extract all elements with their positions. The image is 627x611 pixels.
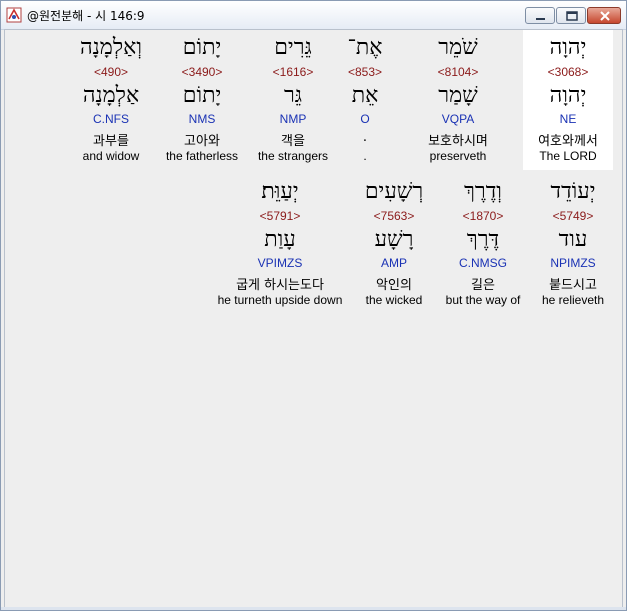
english-gloss: the strangers (257, 149, 329, 163)
window-bottom-border (1, 607, 626, 610)
close-button[interactable] (587, 7, 621, 24)
english-gloss: he relieveth (541, 293, 605, 307)
morph-code: NMP (279, 112, 307, 126)
morph-code: VPIMZS (257, 256, 303, 270)
hebrew-word: יְעוֹדֵד (550, 179, 596, 204)
verse-line-1: יְהוָה <3068> יְהוָה NE 여호와께서 The LORD ש… (5, 30, 622, 172)
hebrew-word: יְהוָה (549, 35, 587, 60)
korean-gloss: 여호와께서 (538, 134, 598, 149)
hebrew-lemma: דֶּרֶךְ (466, 227, 500, 252)
hebrew-lemma: יָתוֹם (182, 83, 222, 108)
hebrew-word: גֵּרִים (274, 35, 312, 60)
hebrew-word: וְדֶרֶךְ (464, 179, 502, 204)
maximize-button[interactable] (556, 7, 586, 24)
english-gloss: the fatherless (165, 149, 239, 163)
hebrew-lemma: אֵת (351, 83, 379, 108)
hebrew-lemma: רָשָׁע (374, 227, 414, 252)
word-cell[interactable]: יְעוֹדֵד <5749> עוד NPIMZS 붙드시고 he relie… (530, 174, 616, 314)
morph-code: C.NMSG (459, 256, 507, 270)
word-cell[interactable]: אֶת־ <853> אֵת O . . (340, 30, 390, 170)
english-gloss: he turneth upside down (217, 293, 343, 307)
hebrew-lemma: עָוַת (264, 227, 296, 252)
strong-number[interactable]: <490> (71, 65, 151, 79)
korean-gloss: 고아와 (184, 134, 220, 149)
minimize-icon (536, 18, 545, 20)
korean-gloss: 보호하시며 (428, 134, 488, 149)
korean-gloss: 악인의 (376, 278, 412, 293)
analysis-panel: יְהוָה <3068> יְהוָה NE 여호와께서 The LORD ש… (4, 29, 623, 609)
hebrew-lemma: עוד (558, 227, 588, 252)
morph-code: NE (559, 112, 577, 126)
hebrew-word: רְשָׁעִים (364, 179, 424, 204)
hebrew-word: וְאַלְמָנָה (80, 35, 142, 60)
hebrew-word: יָתוֹם (182, 35, 222, 60)
hebrew-word: שֹׁמֵר (438, 35, 478, 60)
morph-code: VQPA (441, 112, 475, 126)
close-icon (600, 11, 610, 21)
korean-gloss: 과부를 (93, 134, 129, 149)
hebrew-lemma: שָׁמַר (438, 83, 478, 108)
morph-code: C.NFS (93, 112, 129, 126)
word-cell[interactable]: יָתוֹם <3490> יָתוֹם NMS 고아와 the fatherl… (160, 30, 244, 170)
title-bar[interactable]: @원전분해 - 시 146:9 (1, 1, 626, 30)
strong-number[interactable]: <3490> (160, 65, 244, 79)
hebrew-lemma: יְהוָה (549, 83, 587, 108)
english-gloss: . (363, 149, 367, 163)
strong-number[interactable]: <3068> (523, 65, 613, 79)
english-gloss: the wicked (365, 293, 423, 307)
korean-gloss: 붙드시고 (549, 278, 597, 293)
strong-number[interactable]: <7563> (355, 209, 433, 223)
strong-number[interactable]: <1616> (251, 65, 335, 79)
app-logo-icon (6, 7, 22, 23)
word-cell[interactable]: יְעַוֵּת׃ <5791> עָוַת VPIMZS 굽게 하시는도다 h… (210, 174, 350, 314)
hebrew-lemma: אַלְמָנָה (82, 83, 140, 108)
word-cell[interactable]: יְהוָה <3068> יְהוָה NE 여호와께서 The LORD (523, 30, 613, 170)
maximize-icon (566, 11, 578, 21)
word-cell[interactable]: רְשָׁעִים <7563> רָשָׁע AMP 악인의 the wick… (355, 174, 433, 314)
korean-gloss: . (362, 130, 368, 145)
english-gloss: but the way of (445, 293, 521, 307)
word-cell[interactable]: וְאַלְמָנָה <490> אַלְמָנָה C.NFS 과부를 an… (71, 30, 151, 170)
strong-number[interactable]: <5791> (210, 209, 350, 223)
word-cell[interactable]: גֵּרִים <1616> גֵּר NMP 객을 the strangers (251, 30, 335, 170)
english-gloss: preserveth (429, 149, 487, 163)
strong-number[interactable]: <853> (340, 65, 390, 79)
strong-number[interactable]: <8104> (413, 65, 503, 79)
english-gloss: and widow (82, 149, 140, 163)
word-cell[interactable]: וְדֶרֶךְ <1870> דֶּרֶךְ C.NMSG 길은 but th… (439, 174, 527, 314)
morph-code: NPIMZS (550, 256, 596, 270)
strong-number[interactable]: <1870> (439, 209, 527, 223)
korean-gloss: 길은 (471, 278, 495, 293)
hebrew-lemma: גֵּר (283, 83, 303, 108)
verse-line-2: יְעוֹדֵד <5749> עוד NPIMZS 붙드시고 he relie… (5, 174, 622, 314)
hebrew-word: יְעַוֵּת׃ (261, 179, 299, 204)
window-title: @원전분해 - 시 146:9 (27, 9, 145, 23)
minimize-button[interactable] (525, 7, 555, 24)
korean-gloss: 객을 (281, 134, 305, 149)
hebrew-word: אֶת־ (347, 35, 383, 60)
morph-code: AMP (380, 256, 407, 270)
morph-code: O (360, 112, 370, 126)
strong-number[interactable]: <5749> (530, 209, 616, 223)
word-cell[interactable]: שֹׁמֵר <8104> שָׁמַר VQPA 보호하시며 preserve… (413, 30, 503, 170)
english-gloss: The LORD (539, 149, 597, 163)
app-window: @원전분해 - 시 146:9 יְהוָה <3068> יְהוָה NE … (0, 0, 627, 611)
morph-code: NMS (188, 112, 216, 126)
korean-gloss: 굽게 하시는도다 (236, 278, 324, 293)
